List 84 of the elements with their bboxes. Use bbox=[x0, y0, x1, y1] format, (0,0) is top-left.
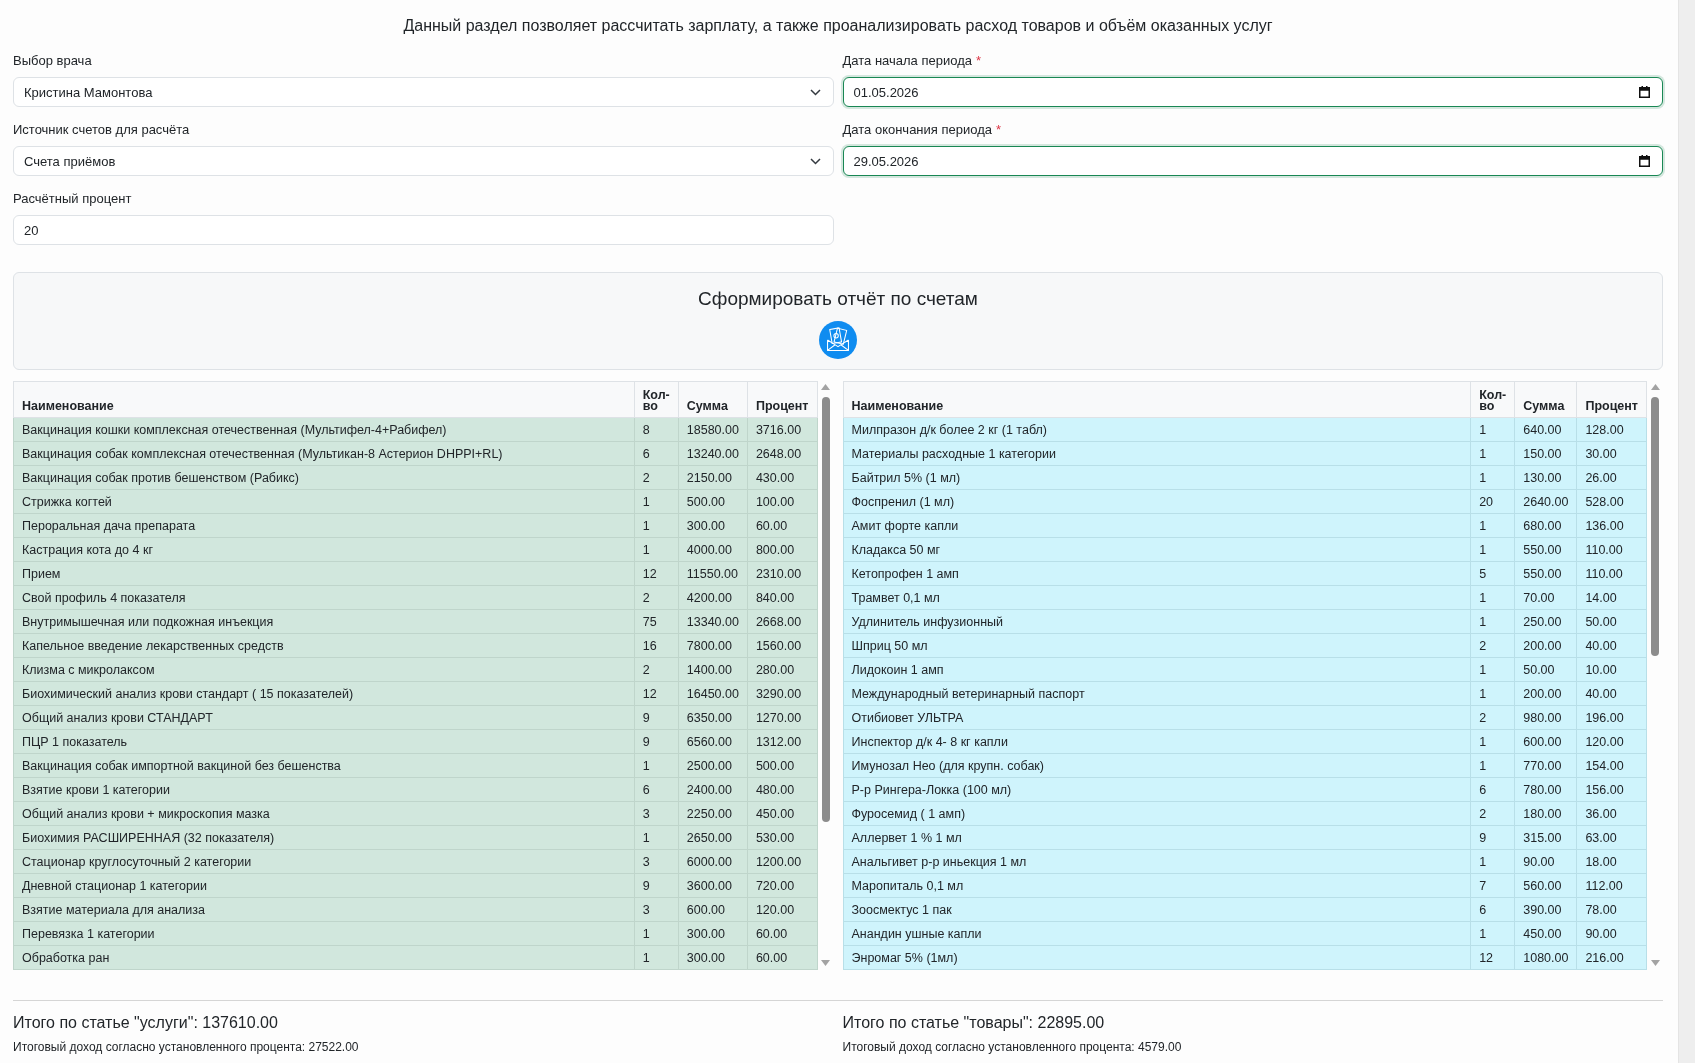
income-text: Итоговый доход согласно установленного процента: 4579.00 bbox=[842, 1039, 1183, 1055]
page-scrollbar[interactable] bbox=[1678, 0, 1695, 1063]
column-header: Процент bbox=[1576, 381, 1647, 418]
date-field[interactable]: 29.05.2026 bbox=[842, 146, 1663, 176]
table-cell: Фуросемид ( 1 амп) bbox=[843, 801, 1471, 826]
table-cell: Взятие крови 1 категории bbox=[13, 777, 635, 802]
column-header: Сумма bbox=[678, 381, 748, 418]
field-label: Дата начала периода bbox=[842, 52, 972, 70]
table-cell: Маропиталь 0,1 мл bbox=[843, 873, 1471, 898]
table-cell: Инспектор д/к 4- 8 кг капли bbox=[843, 729, 1471, 754]
table-cell: Вакцинация собак комплексная отечественная (Мультикан-8 Астерион DHPPI+RL) bbox=[13, 441, 635, 466]
calendar-icon bbox=[1639, 86, 1650, 98]
field-label: Источник счетов для расчёта bbox=[13, 121, 190, 139]
table-cell: Шприц 50 мл bbox=[843, 633, 1471, 658]
table-cell: Удлинитель инфузионный bbox=[843, 609, 1471, 634]
table-cell: Аллервет 1 % 1 мл bbox=[843, 825, 1471, 850]
chevron-down-icon bbox=[809, 157, 821, 165]
select-field[interactable]: Кристина Мамонтова bbox=[13, 77, 834, 107]
table-cell: Обработка ран bbox=[13, 945, 635, 970]
column-header: Кол-во bbox=[634, 381, 679, 418]
column-header: Процент bbox=[747, 381, 817, 418]
table-cell: Байтрил 5% (1 мл) bbox=[843, 465, 1471, 490]
field-label: Выбор врача bbox=[13, 52, 92, 70]
table-cell: Стационар круглосуточный 2 категории bbox=[13, 849, 635, 874]
table-cell: Стрижка когтей bbox=[13, 489, 635, 514]
table-cell: Вакцинация собак импортной вакциной без бешенства bbox=[13, 753, 635, 778]
table-cell: Анальгивет р-р иньекция 1 мл bbox=[843, 849, 1471, 874]
column-header: Наименование bbox=[13, 381, 635, 418]
table-cell: Свой профиль 4 показателя bbox=[13, 585, 635, 610]
chevron-down-icon bbox=[809, 88, 821, 96]
table-cell: Кладакса 50 мг bbox=[843, 537, 1471, 562]
select-field[interactable]: Счета приёмов bbox=[13, 146, 834, 176]
table-cell: Взятие материала для анализа bbox=[13, 897, 635, 922]
table-cell: Лидокоин 1 амп bbox=[843, 657, 1471, 682]
table-cell: Перевязка 1 категории bbox=[13, 921, 635, 946]
scroll-up-button[interactable] bbox=[821, 384, 830, 390]
table-cell: Имунозал Нео (для крупн. собак) bbox=[843, 753, 1471, 778]
table-cell: Анандин ушные капли bbox=[843, 921, 1471, 946]
table-cell: Пероральная дача препарата bbox=[13, 513, 635, 538]
total-text: Итого по статье "услуги": 137610.00 bbox=[13, 1013, 279, 1033]
table-cell: Кетопрофен 1 амп bbox=[843, 561, 1471, 586]
table-cell: Международный ветеринарный паспорт bbox=[843, 681, 1471, 706]
table-cell: Амит форте капли bbox=[843, 513, 1471, 538]
table-cell: Трамвет 0,1 мл bbox=[843, 585, 1471, 610]
table-cell: Прием bbox=[13, 561, 635, 586]
input-field[interactable]: 20 bbox=[13, 215, 834, 245]
table-cell: Кастрация кота до 4 кг bbox=[13, 537, 635, 562]
scroll-down-button[interactable] bbox=[1650, 960, 1660, 966]
table-cell: Вакцинация кошки комплексная отечественная (Мультифел-4+Рабифел) bbox=[13, 417, 635, 442]
total-text: Итого по статье "товары": 22895.00 bbox=[842, 1013, 1106, 1033]
scrollbar-thumb[interactable] bbox=[821, 397, 830, 822]
table-cell: ПЦР 1 показатель bbox=[13, 729, 635, 754]
table-cell: Вакцинация собак против бешенством (Рабикс) bbox=[13, 465, 635, 490]
column-header: Наименование bbox=[843, 381, 1471, 418]
required-asterisk: * bbox=[996, 121, 1002, 139]
required-asterisk: * bbox=[976, 52, 982, 70]
table-cell: Дневной стационар 1 категории bbox=[13, 873, 635, 898]
table-cell: Р-р Рингера-Локка (100 мл) bbox=[843, 777, 1471, 802]
money-envelope-icon bbox=[818, 321, 858, 359]
table-cell: Капельное введение лекарственных средств bbox=[13, 633, 635, 658]
column-header: Сумма bbox=[1514, 381, 1577, 418]
table-cell: Общий анализ крови + микроскопия мазка bbox=[13, 801, 635, 826]
scrollbar-thumb[interactable] bbox=[1651, 397, 1659, 656]
table-cell: Материалы расходные 1 категории bbox=[843, 441, 1471, 466]
calendar-icon bbox=[1639, 155, 1650, 167]
scroll-down-button[interactable] bbox=[821, 960, 830, 966]
table-cell: Клизма с микролаксом bbox=[13, 657, 635, 682]
page-description: Данный раздел позволяет рассчитать зарплату, а также проанализировать расход товаров и объём оказанных услуг bbox=[402, 16, 1274, 36]
table-cell: Фоспренил (1 мл) bbox=[843, 489, 1471, 514]
table-cell: Энромаг 5% (1мл) bbox=[843, 945, 1471, 970]
table-cell: Биохимия РАСШИРЕННАЯ (32 показателя) bbox=[13, 825, 635, 850]
scroll-up-button[interactable] bbox=[1650, 384, 1660, 390]
field-label: Расчётный процент bbox=[13, 190, 132, 208]
generate-report-button[interactable]: Сформировать отчёт по счетам bbox=[13, 272, 1663, 370]
table-cell: Зоосмектус 1 пак bbox=[843, 897, 1471, 922]
table-cell: Биохимический анализ крови стандарт ( 15 показателей) bbox=[13, 681, 635, 706]
table-cell: Общий анализ крови СТАНДАРТ bbox=[13, 705, 635, 730]
field-label: Дата окончания периода bbox=[842, 121, 992, 139]
table-cell: Внутримышечная или подкожная инъекция bbox=[13, 609, 635, 634]
table-cell: Милпразон д/к более 2 кг (1 табл) bbox=[843, 417, 1471, 442]
table-cell: Отибиовет УЛЬТРА bbox=[843, 705, 1471, 730]
column-header: Кол-во bbox=[1470, 381, 1515, 418]
income-text: Итоговый доход согласно установленного процента: 27522.00 bbox=[13, 1039, 360, 1055]
date-field[interactable]: 01.05.2026 bbox=[842, 77, 1663, 107]
